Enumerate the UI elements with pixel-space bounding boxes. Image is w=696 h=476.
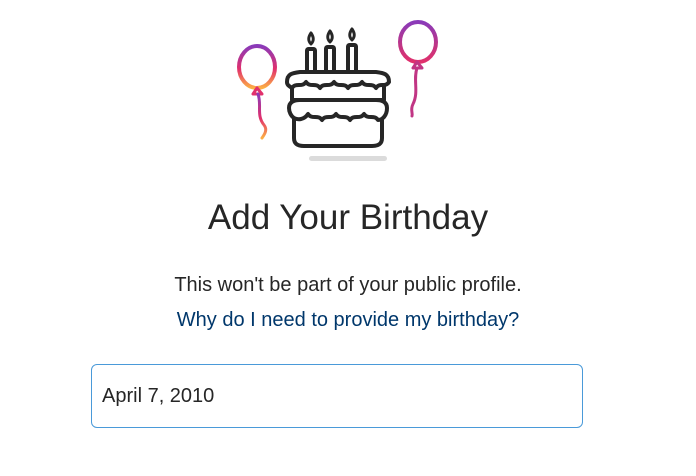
privacy-note: This won't be part of your public profil… bbox=[174, 274, 522, 296]
birthday-cake-icon bbox=[285, 27, 391, 148]
balloon-left-icon bbox=[237, 44, 277, 140]
cake-shadow bbox=[309, 156, 387, 161]
birthday-illustration bbox=[237, 20, 438, 161]
page-title: Add Your Birthday bbox=[207, 198, 489, 237]
why-birthday-link[interactable]: Why do I need to provide my birthday? bbox=[0, 307, 696, 333]
balloon-right-icon bbox=[398, 20, 438, 118]
birthday-date-input[interactable] bbox=[91, 364, 583, 428]
